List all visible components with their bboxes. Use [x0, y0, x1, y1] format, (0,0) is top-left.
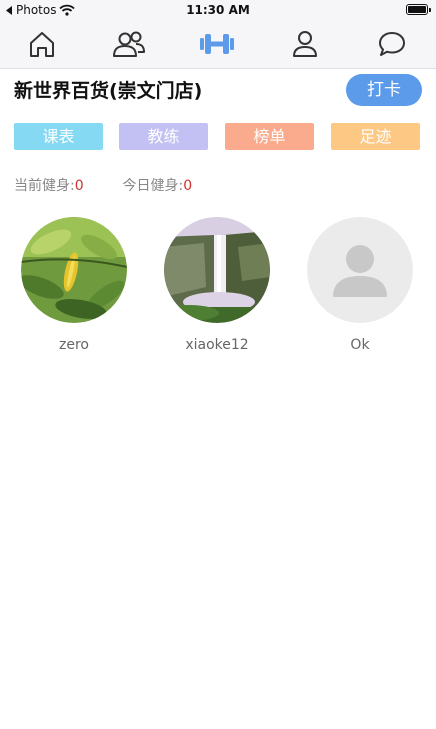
person-icon: [293, 31, 317, 57]
tab-leaderboard[interactable]: 榜单: [225, 123, 314, 150]
fitness-stats: 当前健身:0 今日健身:0: [14, 175, 192, 195]
member-name: xiaoke12: [185, 337, 249, 353]
people-icon: [113, 31, 145, 57]
today-fitness-label: 今日健身:: [122, 178, 184, 194]
battery-icon: [406, 4, 431, 15]
checkin-button[interactable]: 打卡: [346, 74, 422, 106]
nav-messages[interactable]: [374, 26, 410, 62]
status-bar: Photos 11:30 AM: [0, 0, 436, 20]
tab-footprint[interactable]: 足迹: [331, 123, 420, 150]
status-time: 11:30 AM: [186, 3, 250, 17]
top-nav: [0, 20, 436, 69]
member-card[interactable]: Ok: [307, 217, 413, 353]
default-avatar-icon: [307, 217, 413, 323]
chat-bubble-icon: [379, 32, 405, 56]
nav-people[interactable]: [111, 26, 147, 62]
member-name: Ok: [350, 337, 370, 353]
today-fitness-count: 0: [183, 178, 193, 194]
avatar-waterfall: [164, 217, 270, 323]
nav-profile[interactable]: [287, 26, 323, 62]
tab-coach[interactable]: 教练: [119, 123, 208, 150]
store-title: 新世界百货(崇文门店): [14, 80, 203, 102]
current-fitness-label: 当前健身:: [14, 178, 75, 194]
member-name: zero: [59, 337, 89, 353]
current-fitness-count: 0: [74, 178, 84, 194]
nav-home[interactable]: [24, 26, 60, 62]
member-card[interactable]: xiaoke12: [164, 217, 270, 353]
member-card[interactable]: zero: [21, 217, 127, 353]
avatar-leaves: [21, 217, 127, 323]
nav-fitness[interactable]: [199, 26, 235, 62]
home-icon: [30, 32, 54, 57]
tab-schedule[interactable]: 课表: [14, 123, 103, 150]
dumbbell-icon: [200, 34, 234, 54]
